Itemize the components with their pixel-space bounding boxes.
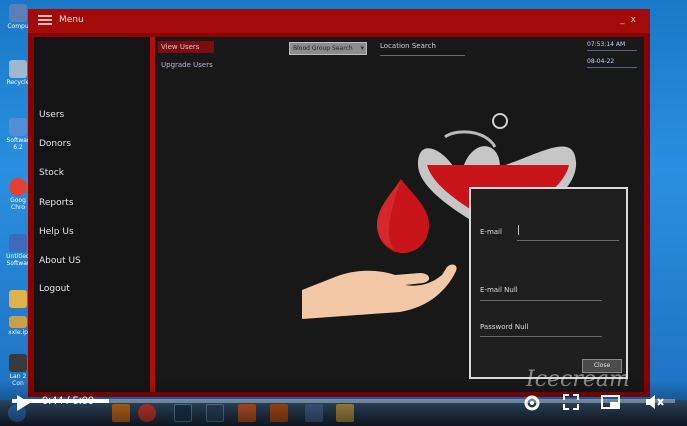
- app-icon: [9, 234, 27, 252]
- divider-line: [480, 300, 602, 301]
- sidebar-item-reports[interactable]: Reports: [39, 198, 74, 208]
- desktop-icon-label: Recycle: [6, 79, 30, 86]
- divider-line: [480, 336, 602, 337]
- title-bar: Menu _x: [28, 9, 650, 33]
- recycle-bin-icon: [9, 60, 27, 78]
- window-title: Menu: [59, 15, 84, 25]
- fullscreen-icon[interactable]: [562, 393, 580, 411]
- email-field[interactable]: [517, 223, 619, 241]
- hand-icon: [302, 264, 457, 319]
- search-button-label: Blood Group Search: [293, 45, 353, 52]
- email-dialog: E-mail E-mail Null Password Null Close: [469, 187, 628, 379]
- clock-date: 08-04-22: [587, 58, 637, 68]
- sidebar-item-help-us[interactable]: Help Us: [39, 227, 74, 237]
- zip-icon: [9, 316, 27, 328]
- desktop-icon-label: Compu: [7, 23, 29, 30]
- sidebar-item-donors[interactable]: Donors: [39, 139, 71, 149]
- chrome-icon: [9, 178, 27, 196]
- email-null-label: E-mail Null: [480, 286, 518, 294]
- video-time: 0:44 / 5:00: [42, 395, 94, 407]
- submenu-view-users[interactable]: View Users: [158, 41, 214, 53]
- sidebar-item-about-us[interactable]: About US: [39, 256, 81, 266]
- clock-time: 07:53:14 AM: [587, 41, 637, 51]
- volume-muted-icon[interactable]: [644, 393, 666, 411]
- sidebar-item-users[interactable]: Users: [39, 110, 64, 120]
- settings-icon[interactable]: [522, 393, 542, 413]
- computer-icon: [9, 4, 27, 22]
- play-icon[interactable]: [14, 394, 32, 412]
- desktop-icon-label: Goog Chro: [10, 197, 26, 211]
- desktop-icon-label: Untitled Softwar: [6, 253, 30, 267]
- password-null-label: Password Null: [480, 323, 529, 331]
- email-label: E-mail: [480, 228, 502, 236]
- location-search-field[interactable]: Location Search: [380, 42, 465, 56]
- text-cursor: [518, 225, 519, 235]
- close-button[interactable]: x: [631, 15, 642, 25]
- chevron-down-icon: ▾: [360, 44, 364, 52]
- hamburger-icon[interactable]: [38, 15, 52, 26]
- folder-icon: [9, 290, 27, 308]
- desktop: Compu Recycle Softwar 6.2 Goog Chro Unti…: [0, 0, 687, 426]
- submenu-upgrade-users[interactable]: Upgrade Users: [158, 59, 216, 71]
- blood-drop-icon: [377, 179, 429, 253]
- network-icon: [9, 354, 27, 372]
- sidebar: Users Donors Stock Reports Help Us About…: [34, 37, 150, 392]
- minimize-button[interactable]: _: [620, 15, 631, 25]
- picture-in-picture-icon[interactable]: [600, 393, 622, 411]
- sidebar-item-logout[interactable]: Logout: [39, 284, 70, 294]
- video-controls: [0, 380, 687, 426]
- software-icon: [9, 118, 27, 136]
- desktop-icon-label: Softwar 6.2: [6, 137, 30, 151]
- blood-group-search-button[interactable]: Blood Group Search ▾: [289, 42, 367, 55]
- desktop-icon-label: xxle.ip: [8, 329, 28, 336]
- window-controls: _x: [620, 15, 642, 25]
- sidebar-item-stock[interactable]: Stock: [39, 168, 64, 178]
